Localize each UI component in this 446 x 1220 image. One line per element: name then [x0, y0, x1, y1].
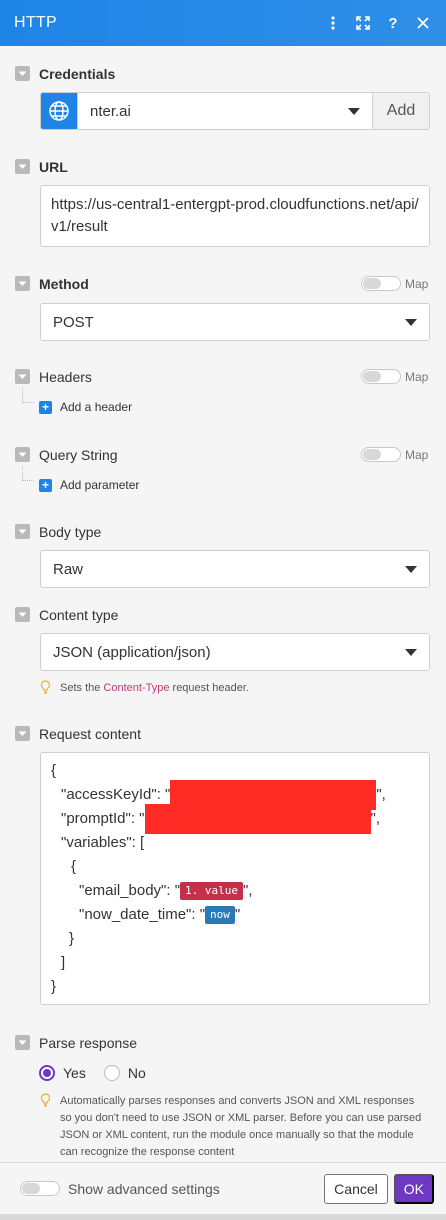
tree-connector [22, 466, 34, 481]
module-footer: Show advanced settings Cancel OK [0, 1162, 446, 1214]
url-label: URL [39, 159, 68, 175]
parse-response-hint: Automatically parses responses and conve… [40, 1093, 426, 1161]
parse-yes-radio[interactable] [39, 1065, 55, 1081]
headers-collapse-toggle[interactable] [15, 369, 30, 384]
content-type-collapse-toggle[interactable] [15, 607, 30, 622]
map-switch[interactable] [361, 447, 401, 462]
method-map-toggle[interactable]: Map [361, 276, 428, 291]
credentials-select[interactable]: nter.ai Add [40, 92, 430, 130]
content-type-code: Content-Type [103, 682, 170, 694]
advanced-settings-switch[interactable] [20, 1181, 60, 1196]
now-function-pill[interactable]: now [205, 906, 235, 924]
module-header: HTTP ? [0, 0, 446, 46]
mapped-value-pill[interactable]: 1. value [180, 882, 244, 900]
parse-response-collapse-toggle[interactable] [15, 1035, 30, 1050]
add-credentials-button[interactable]: Add [372, 93, 429, 129]
close-icon[interactable] [412, 12, 434, 34]
headers-label: Headers [39, 369, 92, 385]
lightbulb-icon [40, 680, 52, 699]
add-header-button[interactable]: + Add a header [39, 400, 132, 414]
module-title: HTTP [14, 14, 57, 31]
tree-connector [22, 388, 34, 403]
redacted-prompt-id [144, 804, 371, 834]
parse-response-radio-group: Yes No [39, 1065, 146, 1081]
method-select[interactable]: POST [40, 303, 430, 341]
query-string-label: Query String [39, 447, 118, 463]
help-icon[interactable]: ? [382, 12, 404, 34]
add-parameter-button[interactable]: + Add parameter [39, 478, 139, 492]
request-content-collapse-toggle[interactable] [15, 726, 30, 741]
body-type-label: Body type [39, 524, 102, 540]
chevron-down-icon [405, 565, 417, 573]
advanced-settings-toggle[interactable]: Show advanced settings [20, 1181, 324, 1197]
url-input[interactable]: https://us-central1-entergpt-prod.cloudf… [40, 185, 430, 247]
parse-no-radio[interactable] [103, 1065, 120, 1081]
chevron-down-icon [405, 648, 417, 656]
plus-icon: + [39, 478, 52, 492]
query-string-collapse-toggle[interactable] [15, 447, 30, 462]
expand-icon[interactable] [352, 12, 374, 34]
ok-button[interactable]: OK [393, 1173, 434, 1204]
url-collapse-toggle[interactable] [15, 159, 30, 174]
content-type-hint: Sets the Content-Type request header. [40, 680, 249, 699]
panel-bottom-edge [0, 1214, 446, 1220]
method-label: Method [39, 276, 89, 292]
map-switch[interactable] [361, 369, 401, 384]
credentials-label: Credentials [39, 66, 116, 82]
query-string-map-toggle[interactable]: Map [361, 447, 428, 462]
body-type-select[interactable]: Raw [40, 550, 430, 588]
request-content-label: Request content [39, 726, 141, 742]
parse-response-label: Parse response [39, 1035, 138, 1051]
plus-icon: + [39, 400, 52, 414]
module-settings-panel[interactable]: Credentials nter.ai Add URL https://us-c… [0, 46, 446, 1162]
credentials-collapse-toggle[interactable] [15, 66, 30, 81]
map-switch[interactable] [361, 276, 401, 291]
method-collapse-toggle[interactable] [15, 276, 30, 291]
chevron-down-icon [348, 107, 360, 115]
more-options-icon[interactable] [322, 12, 344, 34]
credentials-value[interactable]: nter.ai [77, 93, 372, 129]
request-content-editor[interactable]: { "accessKeyId": " ", "promptId": " ", "… [40, 752, 430, 1005]
globe-icon [41, 93, 77, 129]
cancel-button[interactable]: Cancel [324, 1173, 388, 1204]
lightbulb-icon [40, 1093, 52, 1113]
headers-map-toggle[interactable]: Map [361, 369, 428, 384]
chevron-down-icon [405, 318, 417, 326]
body-type-collapse-toggle[interactable] [15, 524, 30, 539]
content-type-label: Content type [39, 607, 119, 623]
content-type-select[interactable]: JSON (application/json) [40, 633, 430, 671]
